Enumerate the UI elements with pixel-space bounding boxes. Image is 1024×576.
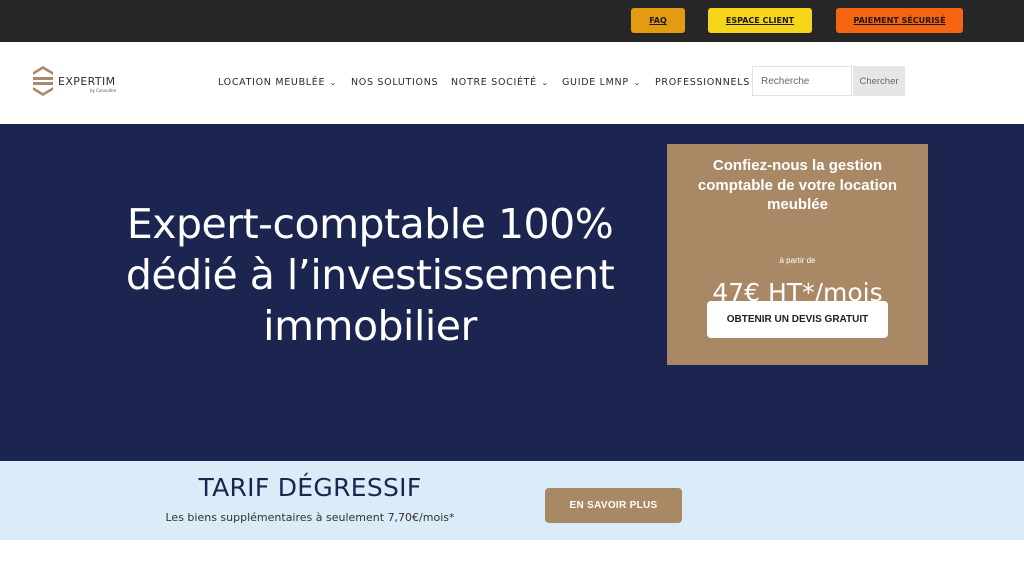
expertim-logo-icon — [33, 66, 53, 96]
search-input[interactable] — [752, 66, 852, 96]
search-button[interactable]: Chercher — [853, 66, 905, 96]
cta-from-label: à partir de — [779, 256, 816, 265]
chevron-down-icon: ⌄ — [329, 78, 338, 87]
band-title: TARIF DÉGRESSIF — [198, 473, 422, 502]
nav-nos-solutions[interactable]: NOS SOLUTIONS — [351, 77, 438, 88]
learn-more-button[interactable]: EN SAVOIR PLUS — [545, 488, 682, 523]
nav-label: PROFESSIONNELS — [655, 77, 750, 88]
nav-notre-societe[interactable]: NOTRE SOCIÉTÉ ⌄ — [451, 77, 550, 88]
cta-heading: Confiez-nous la gestion comptable de vot… — [697, 157, 898, 213]
espace-client-button[interactable]: ESPACE CLIENT — [708, 8, 812, 33]
hero-section: Expert-comptable 100% dédié à l’investis… — [0, 124, 1024, 461]
nav-label: NOS SOLUTIONS — [351, 77, 439, 88]
faq-button[interactable]: FAQ — [631, 8, 685, 33]
nav-label: LOCATION MEUBLÉE — [218, 77, 326, 88]
site-header: EXPERTIM by Consultim LOCATION MEUBLÉE ⌄… — [0, 42, 1024, 124]
site-logo[interactable]: EXPERTIM by Consultim — [32, 66, 122, 100]
nav-label: GUIDE LMNP — [562, 77, 629, 88]
chevron-down-icon: ⌄ — [632, 78, 642, 87]
nav-label: NOTRE SOCIÉTÉ — [451, 77, 537, 88]
logo-tagline: by Consultim — [90, 88, 117, 93]
top-utility-bar: FAQ ESPACE CLIENT PAIEMENT SÉCURISÉ — [0, 0, 1024, 42]
chevron-down-icon: ⌄ — [540, 78, 550, 87]
logo-wordmark: EXPERTIM — [58, 75, 116, 88]
hero-title: Expert-comptable 100% dédié à l’investis… — [125, 200, 615, 350]
band-subtitle: Les biens supplémentaires à seulement 7,… — [165, 511, 455, 524]
nav-professionnels[interactable]: PROFESSIONNELS — [655, 77, 750, 88]
paiement-securise-button[interactable]: PAIEMENT SÉCURISÉ — [836, 8, 963, 33]
quote-cta-box: Confiez-nous la gestion comptable de vot… — [667, 144, 928, 365]
nav-location-meublee[interactable]: LOCATION MEUBLÉE ⌄ — [218, 77, 337, 88]
pricing-band: TARIF DÉGRESSIF Les biens supplémentaire… — [0, 461, 1024, 540]
get-free-quote-button[interactable]: OBTENIR UN DEVIS GRATUIT — [707, 301, 888, 338]
nav-guide-lmnp[interactable]: GUIDE LMNP ⌄ — [562, 77, 640, 88]
